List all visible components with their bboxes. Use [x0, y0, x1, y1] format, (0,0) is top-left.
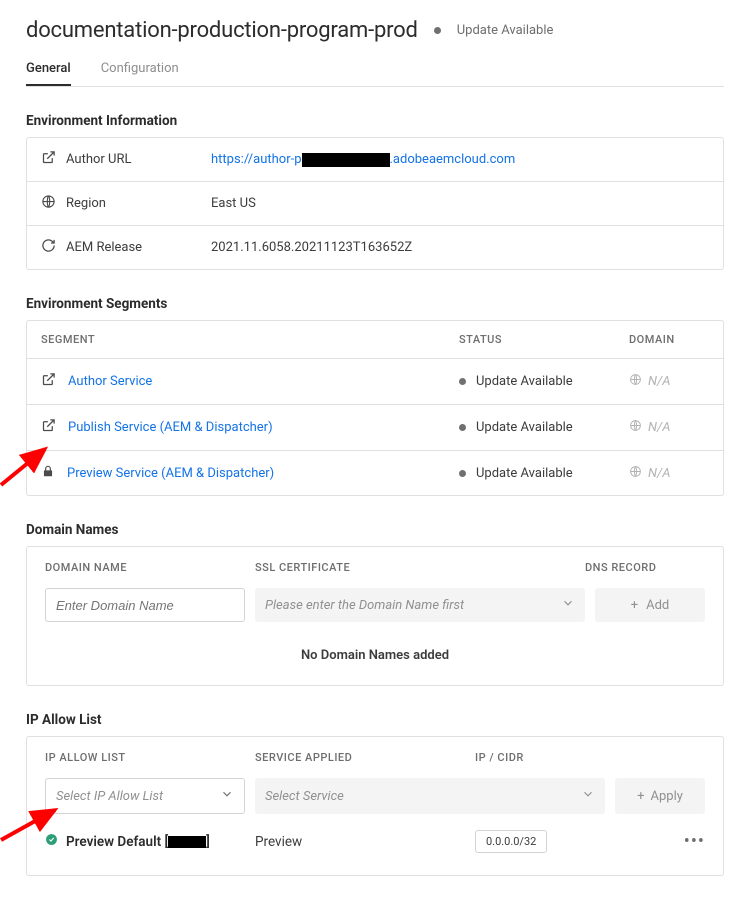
tab-configuration[interactable]: Configuration — [101, 61, 179, 86]
section-title-ip: IP Allow List — [26, 712, 724, 728]
ip-card: IP ALLOW LIST SERVICE APPLIED IP / CIDR … — [26, 736, 724, 876]
publish-service-link[interactable]: Publish Service (AEM & Dispatcher) — [68, 420, 273, 435]
globe-icon — [629, 465, 642, 482]
env-label-region: Region — [66, 196, 106, 211]
domains-head-name: DOMAIN NAME — [45, 561, 255, 574]
segments-head-domain: DOMAIN — [629, 333, 709, 346]
service-select: Select Service — [255, 778, 605, 814]
globe-icon — [629, 419, 642, 436]
segment-status: Update Available — [476, 466, 573, 481]
chevron-down-icon — [581, 787, 595, 805]
status-text: Update Available — [457, 23, 554, 38]
tabs: General Configuration — [26, 61, 724, 87]
author-url-link[interactable]: https://author-p.adobeaemcloud.com — [211, 152, 515, 167]
segment-domain: N/A — [648, 374, 670, 389]
globe-icon — [41, 194, 56, 213]
ip-head-service: SERVICE APPLIED — [255, 751, 475, 764]
ip-head-list: IP ALLOW LIST — [45, 751, 255, 764]
tab-general[interactable]: General — [26, 61, 71, 86]
redacted-icon — [168, 836, 206, 848]
plus-icon: + — [631, 598, 638, 613]
ip-row-name: Preview Default [] — [66, 834, 210, 850]
open-link-icon — [41, 372, 56, 391]
refresh-icon — [41, 238, 56, 257]
apply-button: + Apply — [615, 778, 705, 814]
preview-service-link[interactable]: Preview Service (AEM & Dispatcher) — [67, 466, 274, 481]
env-release-value: 2021.11.6058.20211123T163652Z — [211, 240, 412, 255]
status-dot-icon — [459, 378, 466, 385]
check-circle-icon — [45, 833, 58, 850]
section-title-segments: Environment Segments — [26, 296, 724, 312]
segments-head-status: STATUS — [459, 333, 629, 346]
ssl-select: Please enter the Domain Name first — [255, 588, 585, 622]
status-dot-icon — [434, 27, 441, 34]
more-actions-button[interactable]: ••• — [675, 831, 705, 852]
author-service-link[interactable]: Author Service — [68, 374, 152, 389]
env-info-card: Author URL https://author-p.adobeaemclou… — [26, 137, 724, 270]
section-title-domains: Domain Names — [26, 522, 724, 538]
segment-status: Update Available — [476, 420, 573, 435]
open-link-icon — [41, 418, 56, 437]
redacted-icon — [302, 153, 390, 167]
ip-row-service: Preview — [255, 834, 475, 850]
ip-head-cidr: IP / CIDR — [475, 751, 705, 764]
env-label-author-url: Author URL — [66, 152, 131, 167]
domains-head-dns: DNS RECORD — [585, 561, 705, 574]
segment-row-author: Author Service Update Available N/A — [27, 359, 723, 405]
domains-card: DOMAIN NAME SSL CERTIFICATE DNS RECORD P… — [26, 546, 724, 686]
ip-allow-list-select[interactable]: Select IP Allow List — [45, 778, 245, 814]
segment-domain: N/A — [648, 466, 670, 481]
domain-name-input[interactable] — [45, 588, 245, 622]
status-dot-icon — [459, 424, 466, 431]
status-dot-icon — [459, 470, 466, 477]
ip-row-cidr: 0.0.0.0/32 — [475, 830, 547, 853]
page-title: documentation-production-program-prod — [26, 18, 418, 43]
section-title-env-info: Environment Information — [26, 113, 724, 129]
open-link-icon — [41, 150, 56, 169]
plus-icon: + — [637, 789, 644, 804]
ip-row-preview-default: Preview Default [] Preview 0.0.0.0/32 ••… — [45, 814, 705, 875]
chevron-down-icon — [220, 787, 234, 805]
segments-card: SEGMENT STATUS DOMAIN Author Service Upd… — [26, 320, 724, 496]
segment-domain: N/A — [648, 420, 670, 435]
segment-row-preview: Preview Service (AEM & Dispatcher) Updat… — [27, 451, 723, 495]
env-label-release: AEM Release — [66, 240, 142, 255]
add-domain-button: + Add — [595, 588, 705, 622]
globe-icon — [629, 373, 642, 390]
domains-empty-message: No Domain Names added — [45, 622, 705, 671]
chevron-down-icon — [561, 596, 575, 614]
domains-head-ssl: SSL CERTIFICATE — [255, 561, 585, 574]
env-region-value: East US — [211, 196, 256, 211]
segment-row-publish: Publish Service (AEM & Dispatcher) Updat… — [27, 405, 723, 451]
segments-head-segment: SEGMENT — [41, 333, 459, 346]
segment-status: Update Available — [476, 374, 573, 389]
lock-icon — [41, 464, 55, 482]
